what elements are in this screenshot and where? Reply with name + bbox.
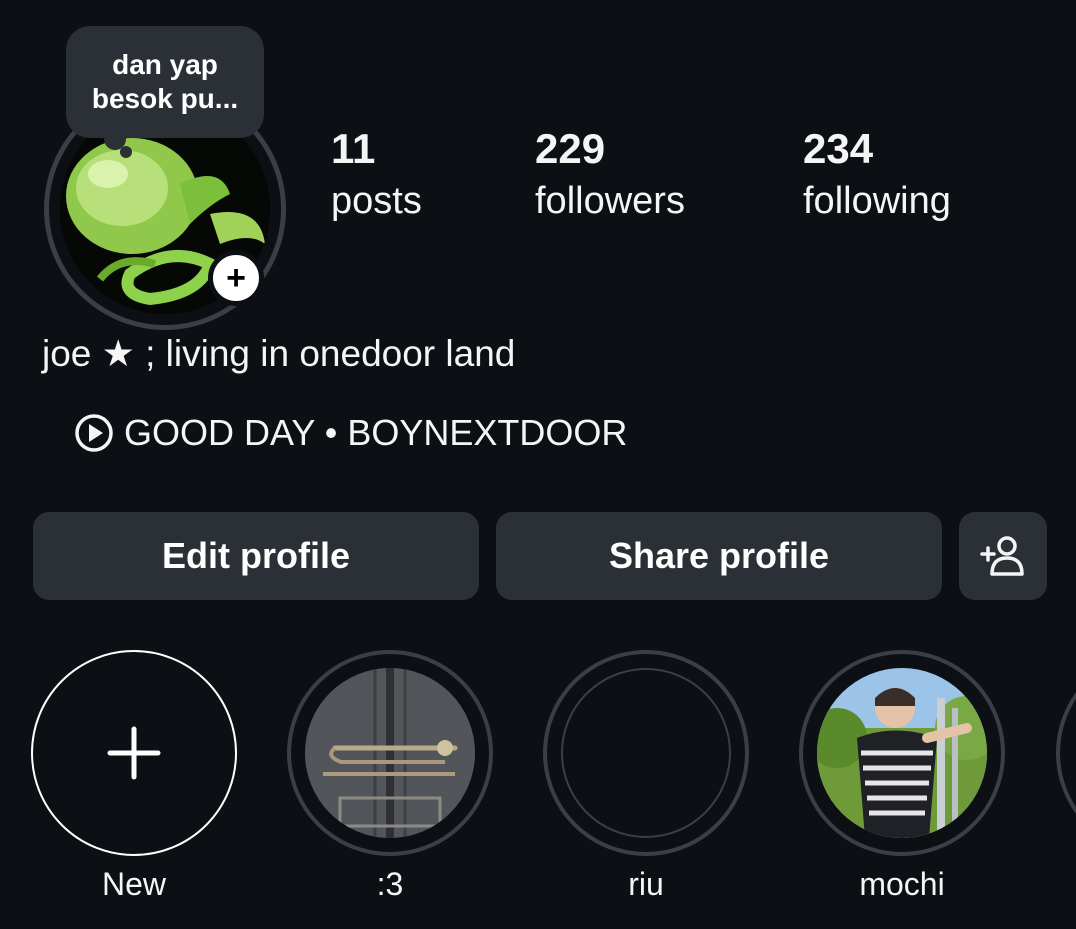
highlight-ring — [799, 650, 1005, 856]
plus-icon: + — [226, 259, 246, 297]
discover-people-button[interactable] — [959, 512, 1047, 600]
following-count: 234 — [803, 125, 874, 172]
highlight-item[interactable]: :3 — [287, 650, 493, 904]
share-profile-button[interactable]: Share profile — [496, 512, 942, 600]
highlight-label: riu — [628, 866, 664, 902]
highlight-cover — [305, 668, 475, 838]
stat-posts[interactable]: 11 posts — [331, 124, 422, 228]
plus-icon — [107, 726, 161, 780]
note-bubble-tail-small — [120, 146, 132, 158]
note-bubble[interactable]: dan yap besok pu... — [66, 26, 264, 138]
play-circle-icon — [75, 414, 113, 452]
note-line-1: dan yap — [112, 49, 218, 80]
highlight-item[interactable]: mochi — [799, 650, 1005, 904]
edit-profile-button[interactable]: Edit profile — [33, 512, 479, 600]
highlight-label: New — [101, 866, 166, 902]
followers-label: followers — [535, 180, 685, 222]
add-person-icon — [980, 536, 1024, 576]
posts-count: 11 — [331, 125, 376, 172]
posts-label: posts — [331, 180, 422, 222]
edit-profile-label: Edit profile — [162, 535, 350, 576]
highlight-ring — [1056, 650, 1076, 856]
share-profile-label: Share profile — [608, 535, 830, 576]
new-highlight-circle — [31, 650, 237, 856]
profile-music[interactable]: GOOD DAY • BOYNEXTDOOR — [74, 410, 627, 456]
followers-count: 229 — [535, 125, 606, 172]
profile-header: + dan yap besok pu... 11 posts 229 follo… — [0, 0, 1076, 929]
music-title: GOOD DAY • BOYNEXTDOOR — [124, 412, 628, 453]
highlight-label: :3 — [376, 866, 404, 902]
stat-following[interactable]: 234 following — [803, 124, 951, 228]
bio-name: joe ★ ; living in onedoor land — [42, 333, 516, 374]
highlight-cover — [817, 668, 987, 838]
highlight-new[interactable]: New — [31, 650, 237, 904]
highlight-ring — [287, 650, 493, 856]
highlight-item[interactable]: riu — [543, 650, 749, 904]
following-label: following — [803, 180, 951, 222]
highlight-ring — [543, 650, 749, 856]
stat-followers[interactable]: 229 followers — [535, 124, 685, 228]
highlight-label: mochi — [859, 866, 945, 902]
add-story-button[interactable]: + — [208, 250, 264, 306]
highlight-cover — [561, 668, 731, 838]
note-line-2: besok pu... — [91, 83, 239, 114]
highlight-item-partial[interactable] — [1056, 650, 1076, 856]
